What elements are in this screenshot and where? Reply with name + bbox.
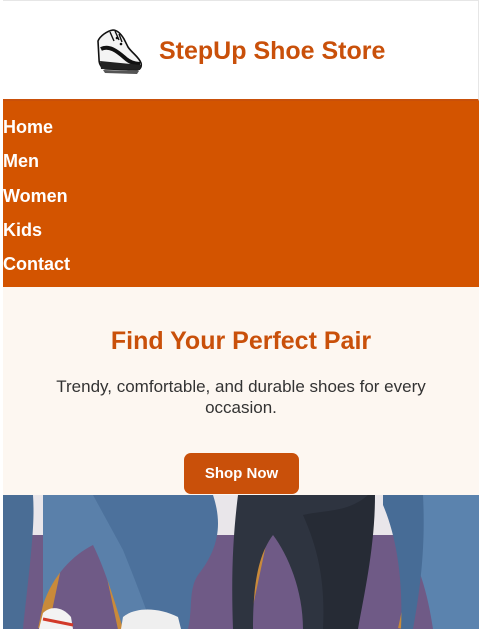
page: StepUp Shoe Store Home Men Women Kids Co… [0, 0, 481, 629]
hero-photo [3, 495, 479, 629]
nav-item-home[interactable]: Home [3, 116, 53, 138]
hero-title: Find Your Perfect Pair [110, 327, 372, 355]
people-sitting-image [3, 495, 479, 629]
hero-section: Find Your Perfect Pair Trendy, comfortab… [3, 287, 479, 495]
brand-title[interactable]: StepUp Shoe Store [159, 37, 385, 66]
main-nav: Home Men Women Kids Contact [3, 101, 479, 287]
nav-item-kids[interactable]: Kids [3, 219, 42, 241]
sneaker-icon [97, 29, 143, 74]
site-header: StepUp Shoe Store [3, 0, 479, 101]
shop-now-button[interactable]: Shop Now [184, 453, 299, 494]
hero-subtitle: Trendy, comfortable, and durable shoes f… [56, 377, 426, 417]
nav-item-men[interactable]: Men [3, 150, 39, 172]
nav-item-women[interactable]: Women [3, 185, 68, 207]
nav-item-contact[interactable]: Contact [3, 253, 70, 275]
